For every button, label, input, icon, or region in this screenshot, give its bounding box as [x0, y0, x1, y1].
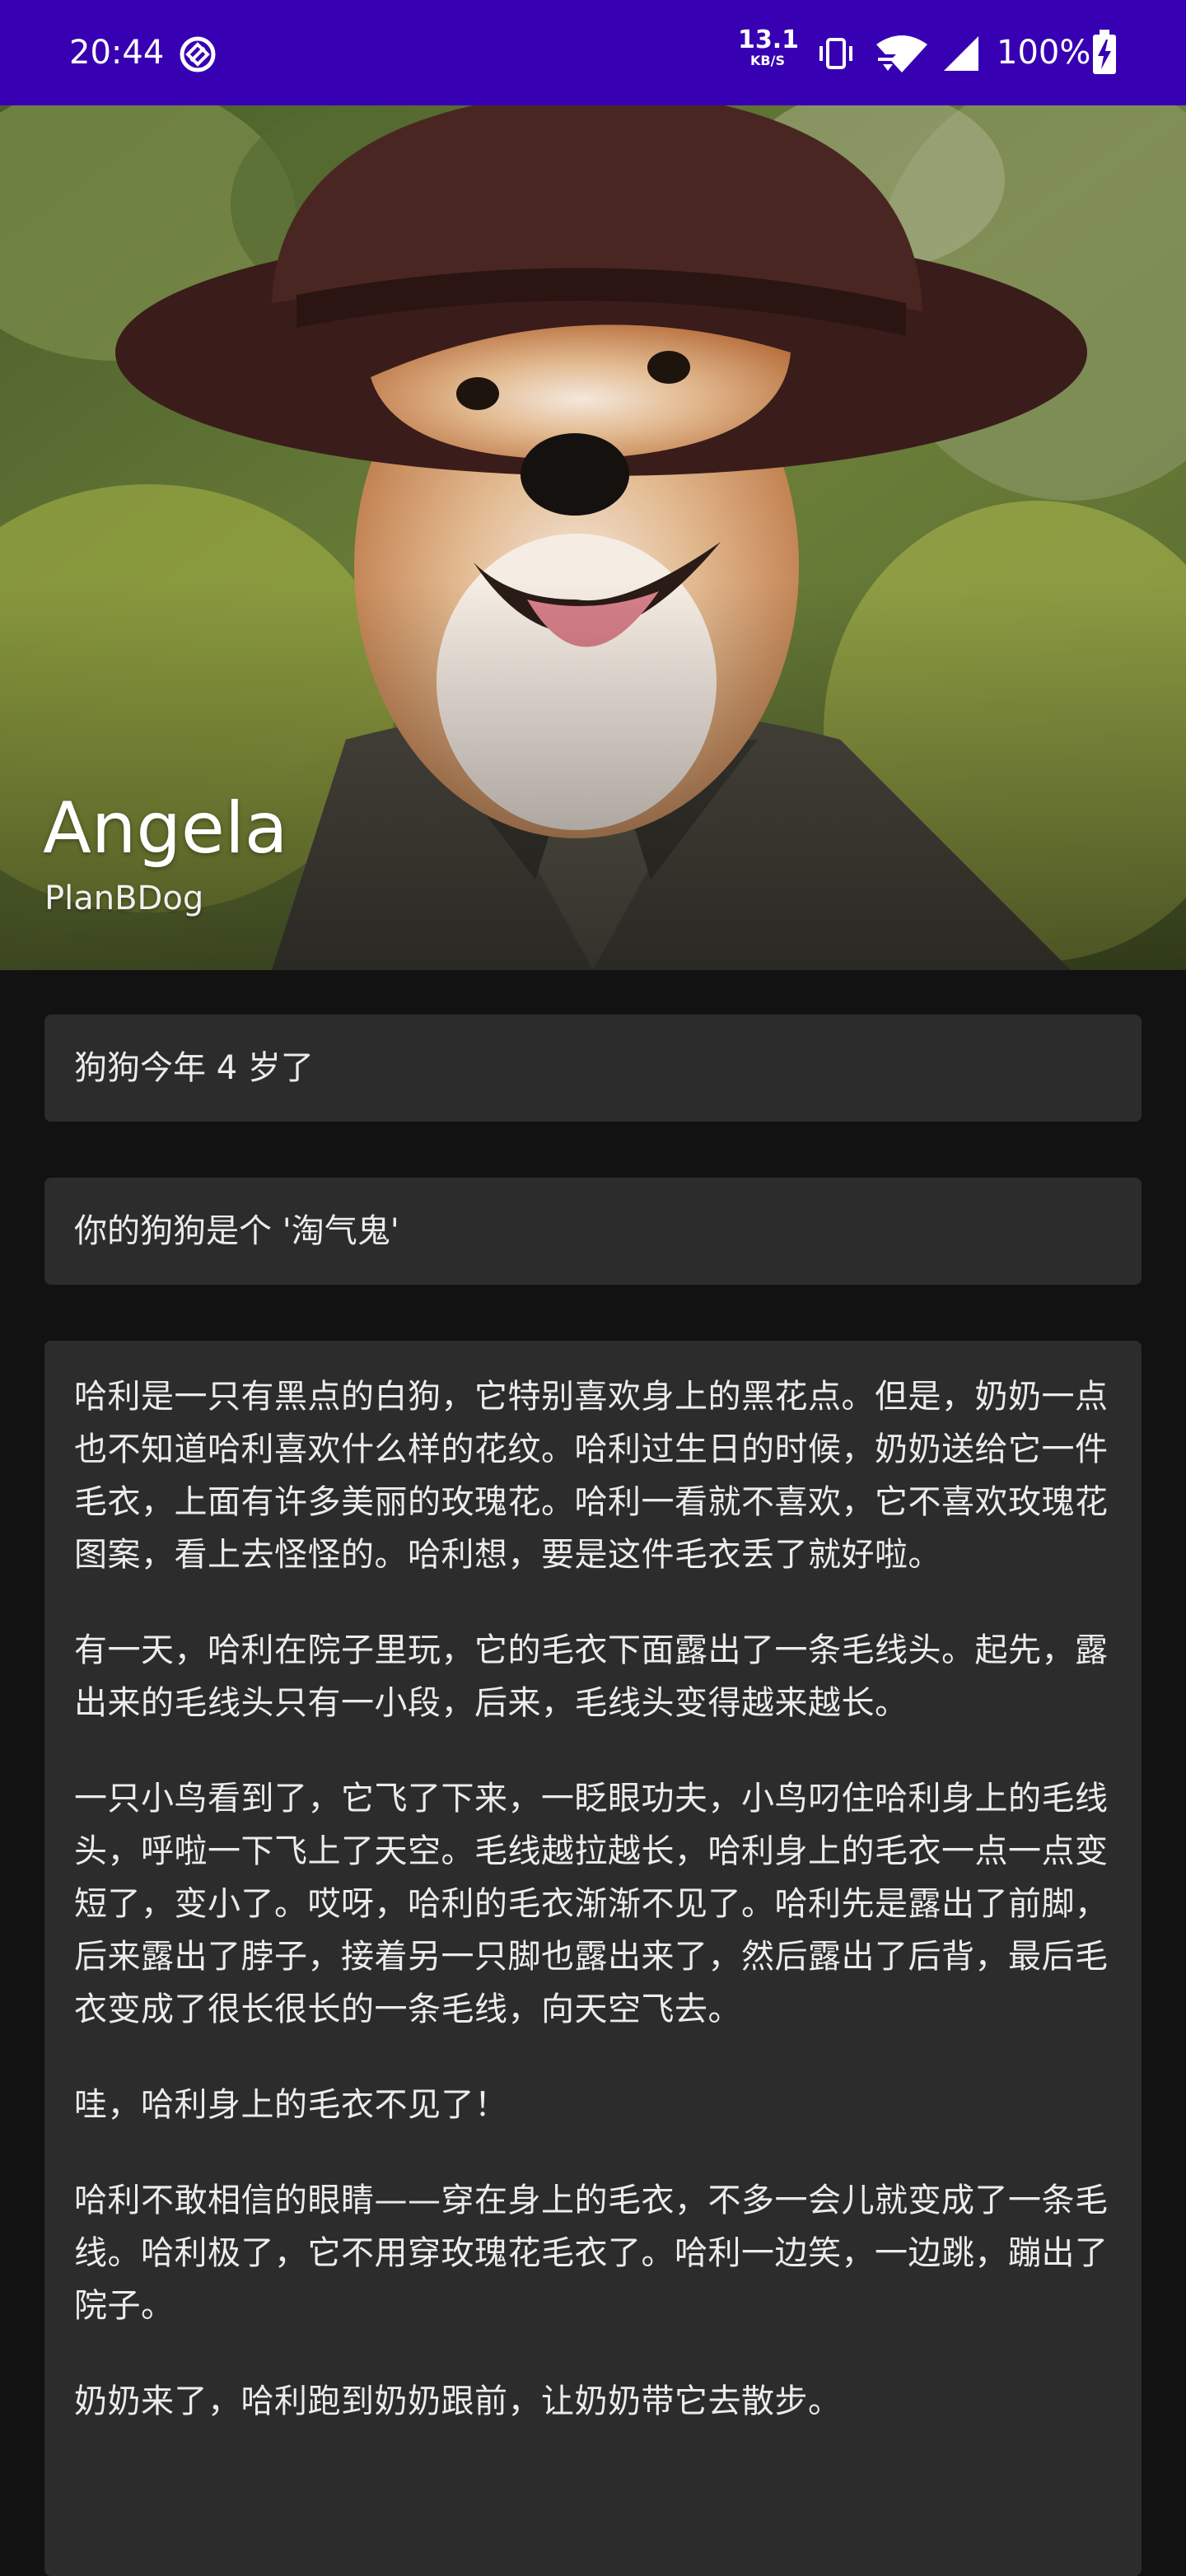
nature-card: 你的狗狗是个 '淘气鬼'	[44, 1178, 1142, 1285]
status-bar: 20:44 13.1 KB/S 100%	[0, 0, 1186, 105]
vibrate-icon	[815, 33, 857, 77]
data-saver-icon	[176, 33, 219, 79]
battery-percentage: 100%	[997, 34, 1091, 72]
battery-charging-icon	[1092, 30, 1117, 79]
dog-breed-subtitle: PlanBDog	[44, 880, 204, 917]
content-area: 狗狗今年 4 岁了 你的狗狗是个 '淘气鬼' 哈利是一只有黑点的白狗，它特别喜欢…	[0, 970, 1186, 2576]
story-paragraph: 奶奶来了，哈利跑到奶奶跟前，让奶奶带它去散步。	[74, 2382, 842, 2420]
net-speed: 13.1 KB/S	[738, 26, 800, 68]
story-paragraph: 有一天，哈利在院子里玩，它的毛衣下面露出了一条毛线头。起先，露出来的毛线头只有一…	[74, 1631, 1109, 1722]
net-speed-value: 13.1	[738, 26, 800, 54]
cell-signal-icon	[941, 33, 982, 77]
age-text: 狗狗今年 4 岁了	[74, 1049, 314, 1087]
story-paragraph: 哈利不敢相信的眼睛——穿在身上的毛衣，不多一会儿就变成了一条毛线。哈利极了，它不…	[74, 2182, 1109, 2325]
story-paragraph: 哇，哈利身上的毛衣不见了！	[74, 2086, 508, 2124]
header-image: Angela PlanBDog	[0, 105, 1186, 970]
age-card: 狗狗今年 4 岁了	[44, 1015, 1142, 1122]
net-speed-unit: KB/S	[750, 53, 785, 68]
nature-text: 你的狗狗是个 '淘气鬼'	[74, 1212, 399, 1250]
story-paragraph: 一只小鸟看到了，它飞了下来，一眨眼功夫，小鸟叼住哈利身上的毛线头，呼啦一下飞上了…	[74, 1780, 1109, 2028]
story-card[interactable]: 哈利是一只有黑点的白狗，它特别喜欢身上的黑花点。但是，奶奶一点也不知道哈利喜欢什…	[44, 1341, 1142, 2576]
dog-name-title: Angela	[43, 787, 288, 870]
wifi-icon	[875, 33, 929, 77]
status-time: 20:44	[69, 34, 165, 72]
story-paragraph: 哈利是一只有黑点的白狗，它特别喜欢身上的黑花点。但是，奶奶一点也不知道哈利喜欢什…	[74, 1378, 1109, 1574]
